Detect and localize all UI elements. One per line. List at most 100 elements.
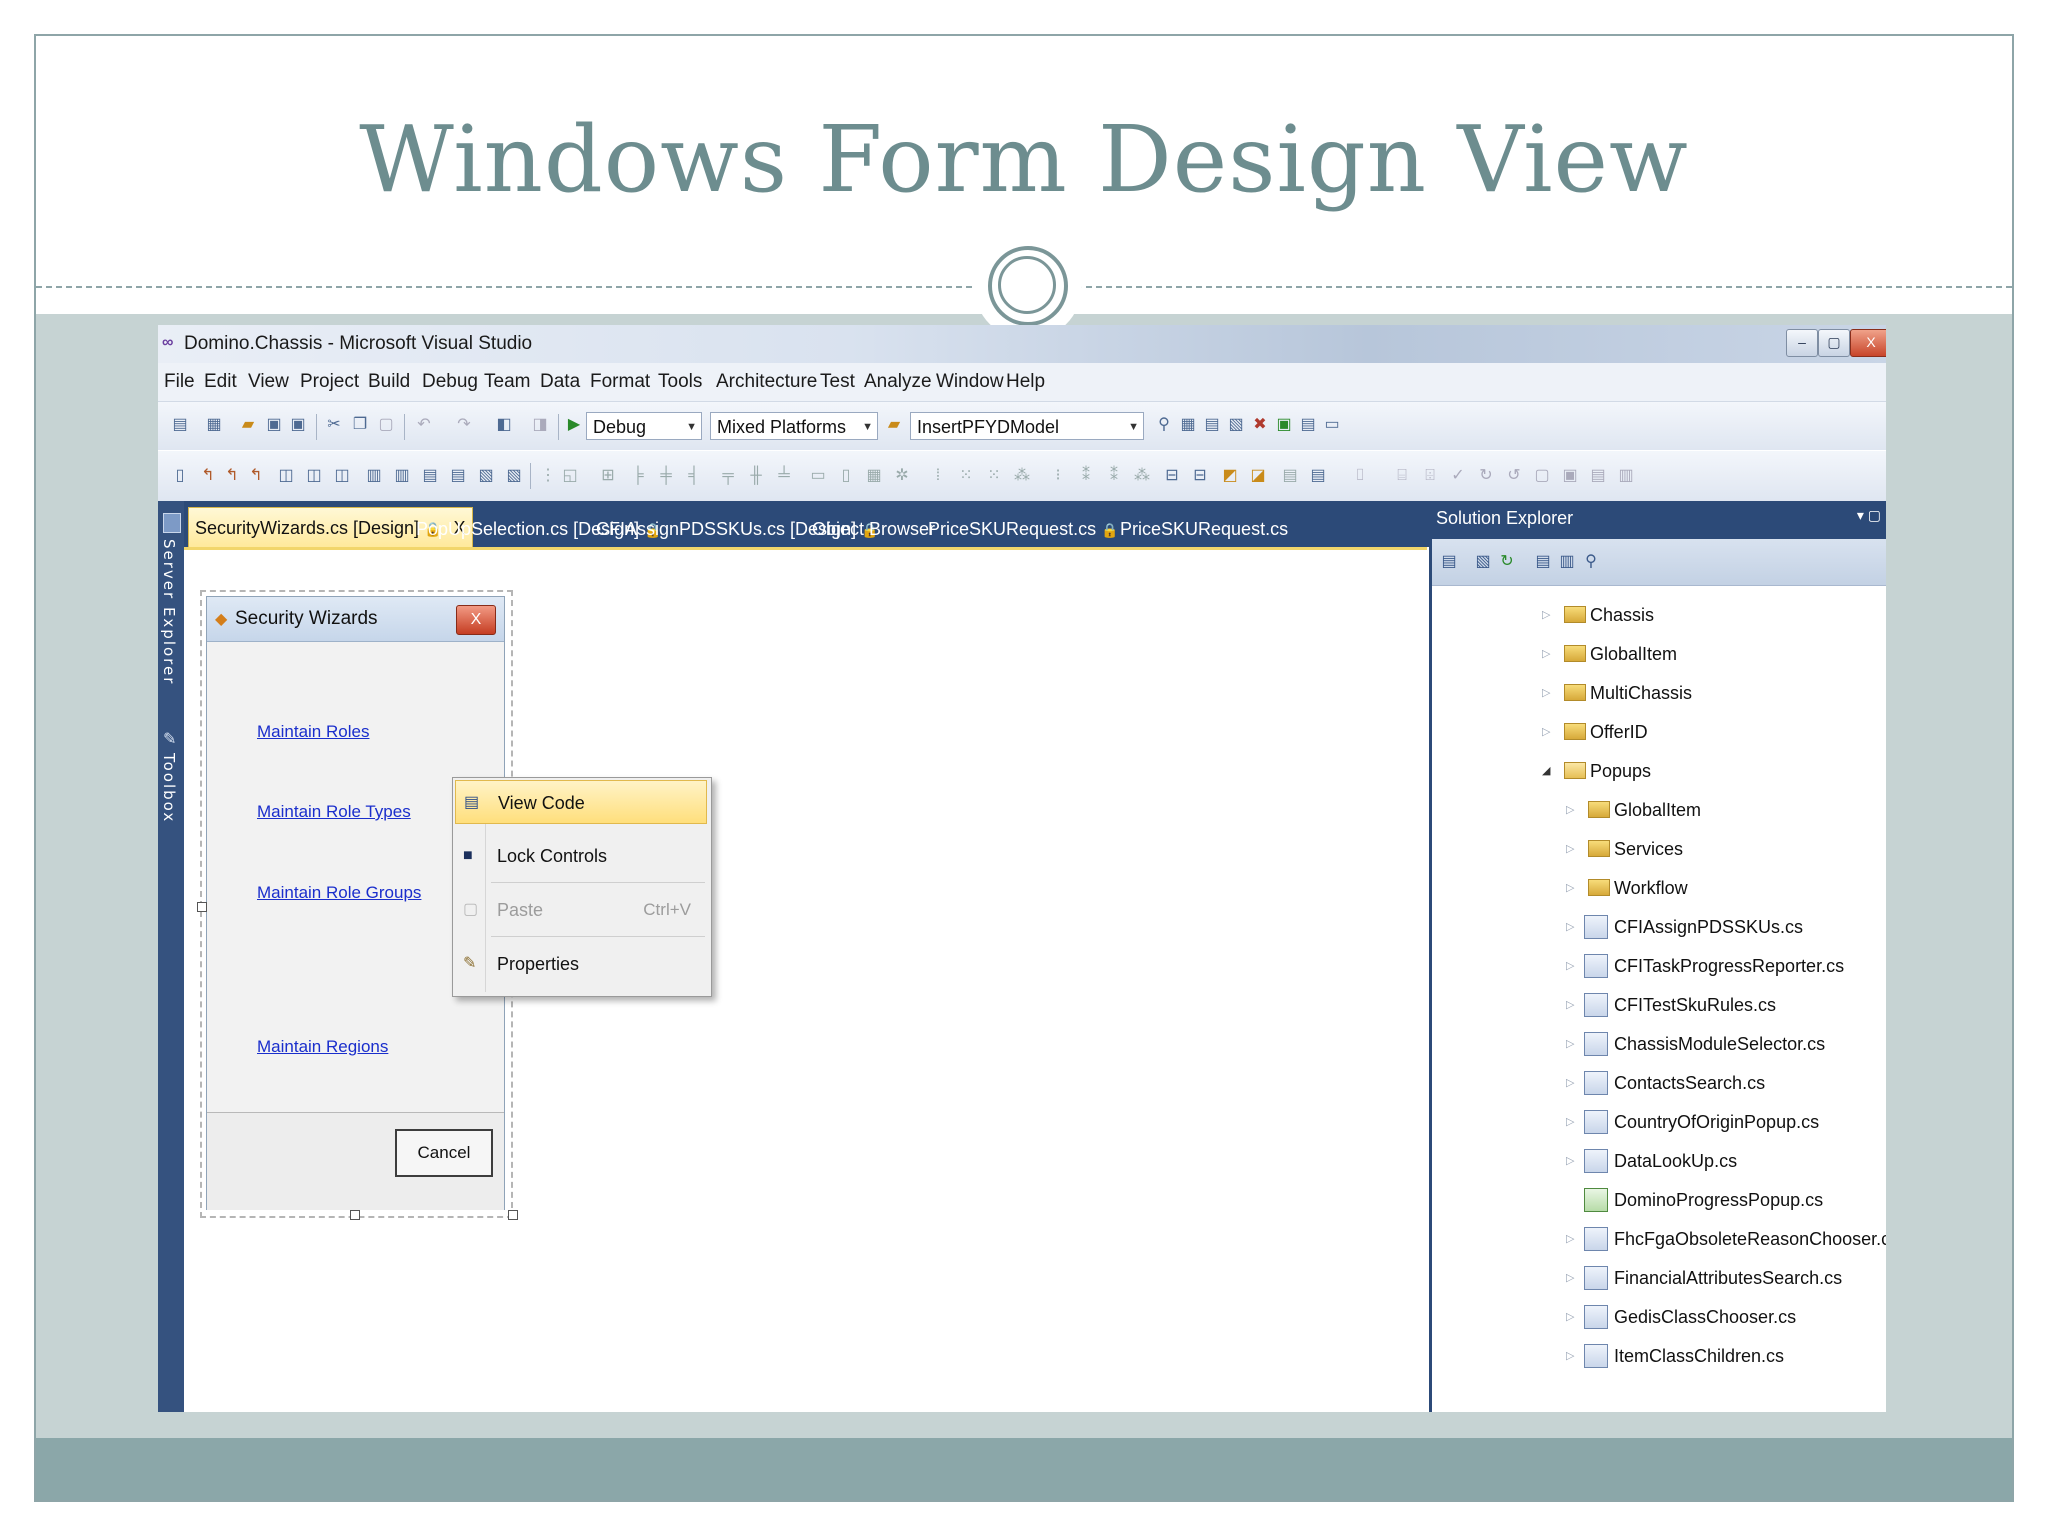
grid-size-icon[interactable]: ▦ <box>864 465 884 487</box>
expand-arrow-icon[interactable]: ▷ <box>1542 635 1550 673</box>
menu-edit[interactable]: Edit <box>204 371 237 393</box>
vspace-b-icon[interactable]: ⁑ <box>1076 465 1096 487</box>
show-all-files-icon[interactable]: ▧ <box>1472 550 1494 574</box>
toolbox-side-icon[interactable]: ✎ <box>163 729 176 749</box>
horizontal-spacing-icon[interactable]: ▧ <box>476 465 496 487</box>
bring-front-icon[interactable]: ◩ <box>1220 465 1240 487</box>
spacing-d-icon[interactable]: ⁂ <box>1012 465 1032 487</box>
vspace-a-icon[interactable]: ⁝ <box>1048 465 1068 487</box>
cancel-button[interactable]: Cancel <box>395 1129 493 1177</box>
tab-price-sku-request-1[interactable]: PriceSKURequest.cs 🔒 <box>928 511 1119 547</box>
align-centers-icon[interactable]: ↰ <box>222 465 242 487</box>
expand-arrow-icon[interactable]: ▷ <box>1566 947 1574 985</box>
center-in-form-h-icon[interactable]: ⊟ <box>1162 465 1182 487</box>
start-page-icon[interactable]: ▣ <box>1274 414 1294 436</box>
format-a-icon[interactable]: ⌷ <box>1350 465 1370 487</box>
expand-arrow-icon[interactable]: ▷ <box>1566 1220 1574 1258</box>
menu-view[interactable]: View <box>248 371 289 393</box>
expand-arrow-icon[interactable]: ▷ <box>1566 1142 1574 1180</box>
center-in-form-v-icon[interactable]: ⊟ <box>1190 465 1210 487</box>
menu-architecture[interactable]: Architecture <box>716 371 817 393</box>
tab-price-sku-request-2[interactable]: PriceSKURequest.cs <box>1120 511 1288 547</box>
bring-to-front-icon[interactable]: ⋮ <box>538 465 558 487</box>
save-icon[interactable]: ▣ <box>264 414 284 436</box>
send-to-back-icon[interactable]: ◱ <box>560 465 580 487</box>
resize-handle-corner[interactable] <box>508 1210 518 1220</box>
format-b-icon[interactable]: ⌸ <box>1392 465 1412 487</box>
startup-object-select[interactable]: InsertPFYDModel ▼ <box>910 412 1144 440</box>
expand-arrow-icon[interactable]: ▷ <box>1566 1025 1574 1063</box>
copy-icon[interactable]: ❐ <box>350 414 370 436</box>
resize-handle-bottom[interactable] <box>350 1210 360 1220</box>
align-lefts-icon[interactable]: ↰ <box>198 465 218 487</box>
format-d-icon[interactable]: ✓ <box>1448 465 1468 487</box>
server-explorer-icon[interactable] <box>163 513 181 533</box>
maintain-role-groups-link[interactable]: Maintain Role Groups <box>257 883 421 903</box>
object-browser-icon[interactable]: ▧ <box>1226 414 1246 436</box>
properties-window-icon[interactable]: ▤ <box>1202 414 1222 436</box>
spacing-b-icon[interactable]: ⁙ <box>956 465 976 487</box>
increase-spacing-icon[interactable]: ▧ <box>504 465 524 487</box>
collapse-arrow-icon[interactable]: ◢ <box>1542 752 1550 790</box>
equal-height-icon[interactable]: ▯ <box>836 465 856 487</box>
menu-build[interactable]: Build <box>368 371 410 393</box>
format-j-icon[interactable]: ▥ <box>1616 465 1636 487</box>
expand-arrow-icon[interactable]: ▷ <box>1566 791 1574 829</box>
menu-analyze[interactable]: Analyze <box>864 371 932 393</box>
send-back-icon[interactable]: ◪ <box>1248 465 1268 487</box>
expand-arrow-icon[interactable]: ▷ <box>1566 869 1574 907</box>
align-icon[interactable]: ⊞ <box>598 465 618 487</box>
menu-team[interactable]: Team <box>484 371 530 393</box>
align-middles-icon[interactable]: ◫ <box>304 465 324 487</box>
redo-icon[interactable]: ↷ <box>454 414 474 436</box>
properties-icon[interactable]: ▤ <box>1438 550 1460 574</box>
tab-order-b-icon[interactable]: ▤ <box>1280 465 1300 487</box>
expand-arrow-icon[interactable]: ▷ <box>1566 1064 1574 1102</box>
menu-format[interactable]: Format <box>590 371 650 393</box>
pin-icon[interactable]: ▾ ▢ <box>1857 507 1881 524</box>
solution-configuration-select[interactable]: Debug ▼ <box>586 412 702 440</box>
class-diagram-icon[interactable]: ⚲ <box>1580 550 1602 574</box>
format-g-icon[interactable]: ▢ <box>1532 465 1552 487</box>
lock-controls-icon[interactable]: ✲ <box>892 465 912 487</box>
bottom-align-icon[interactable]: ╧ <box>774 465 794 487</box>
resize-handle-left[interactable] <box>197 902 207 912</box>
expand-arrow-icon[interactable]: ▷ <box>1566 1259 1574 1297</box>
lock-controls-menu-item[interactable]: ■ Lock Controls <box>455 834 707 878</box>
align-bottoms-icon[interactable]: ◫ <box>332 465 352 487</box>
save-all-icon[interactable]: ▣ <box>288 414 308 436</box>
expand-arrow-icon[interactable]: ▷ <box>1566 830 1574 868</box>
menu-window[interactable]: Window <box>936 371 1004 393</box>
menu-tools[interactable]: Tools <box>658 371 702 393</box>
vspace-d-icon[interactable]: ⁂ <box>1132 465 1152 487</box>
maintain-regions-link[interactable]: Maintain Regions <box>257 1037 388 1057</box>
top-align-icon[interactable]: ╤ <box>718 465 738 487</box>
format-f-icon[interactable]: ↺ <box>1504 465 1524 487</box>
maximize-button[interactable]: ▢ <box>1818 329 1850 357</box>
extension-manager-icon[interactable]: ▤ <box>1298 414 1318 436</box>
find-in-files-icon[interactable]: ⚲ <box>1154 414 1174 436</box>
spacing-a-icon[interactable]: ⁞ <box>928 465 948 487</box>
format-h-icon[interactable]: ▣ <box>1560 465 1580 487</box>
paste-menu-item[interactable]: ▢ Paste Ctrl+V <box>455 888 707 932</box>
vspace-c-icon[interactable]: ⁑ <box>1104 465 1124 487</box>
maintain-roles-link[interactable]: Maintain Roles <box>257 722 369 742</box>
toolbar-overflow-icon[interactable]: ▤ <box>1308 465 1328 487</box>
navigate-backward-icon[interactable]: ◧ <box>494 414 514 436</box>
format-c-icon[interactable]: ⌹ <box>1420 465 1440 487</box>
server-explorer-tab[interactable]: Server Explorer <box>160 539 178 685</box>
make-same-width-icon[interactable]: ▥ <box>364 465 384 487</box>
expand-arrow-icon[interactable]: ▷ <box>1542 674 1550 712</box>
start-debugging-icon[interactable]: ▶ <box>564 414 584 436</box>
cut-icon[interactable]: ✂ <box>324 414 344 436</box>
size-to-grid-icon[interactable]: ▤ <box>448 465 468 487</box>
refresh-icon[interactable]: ↻ <box>1496 550 1518 574</box>
expand-arrow-icon[interactable]: ▷ <box>1542 713 1550 751</box>
equal-width-icon[interactable]: ▭ <box>808 465 828 487</box>
view-designer-icon[interactable]: ▥ <box>1556 550 1578 574</box>
format-i-icon[interactable]: ▤ <box>1588 465 1608 487</box>
expand-arrow-icon[interactable]: ▷ <box>1566 908 1574 946</box>
expand-arrow-icon[interactable]: ▷ <box>1566 1337 1574 1375</box>
expand-arrow-icon[interactable]: ▷ <box>1566 986 1574 1024</box>
navigate-forward-icon[interactable]: ◨ <box>530 414 550 436</box>
